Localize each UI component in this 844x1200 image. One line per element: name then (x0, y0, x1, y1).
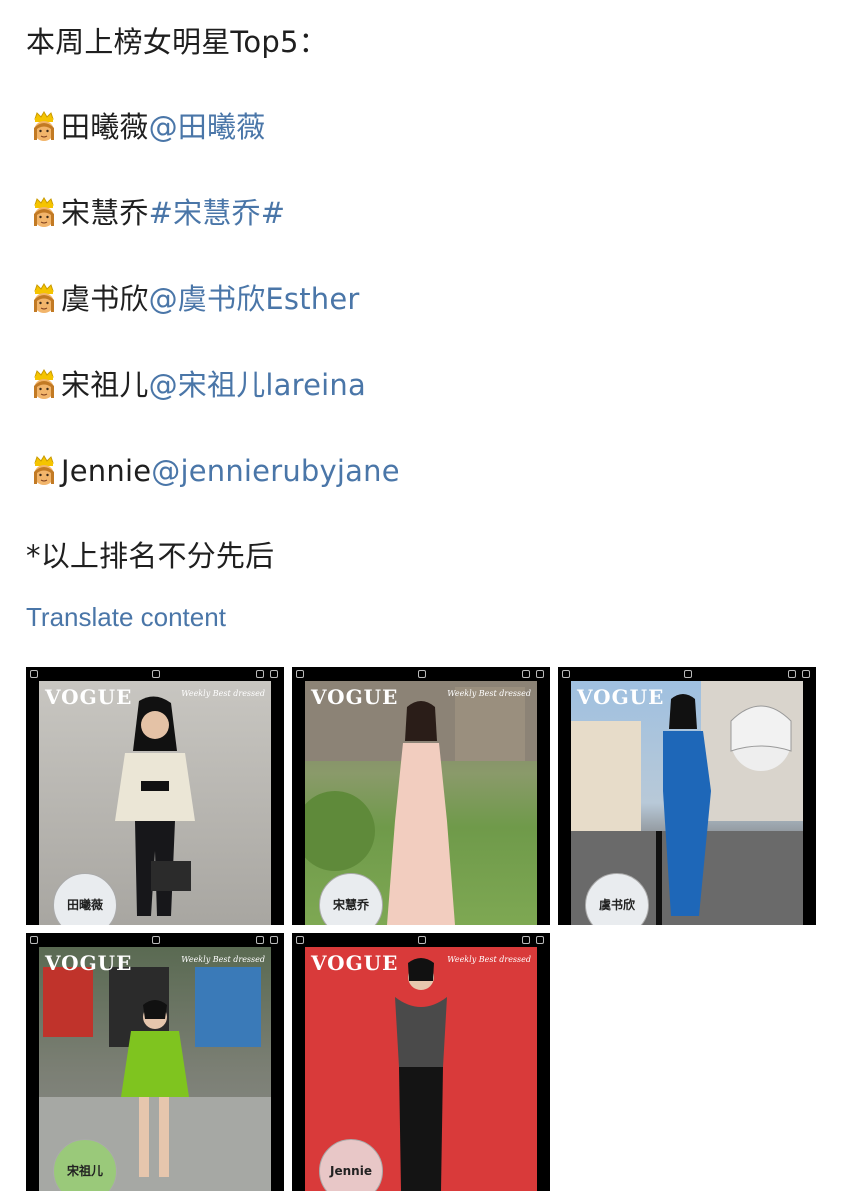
logo-icon (684, 670, 692, 678)
tile-toolbar (292, 667, 550, 681)
vogue-logo: VOGUE (311, 951, 399, 975)
entry-4-name: 宋祖儿 (61, 368, 149, 402)
vogue-logo: VOGUE (45, 685, 133, 709)
entry-5-mention-link[interactable]: @jennierubyjane (151, 454, 399, 488)
lock-icon (788, 670, 796, 678)
photo: VOGUE Weekly Best dressed 宋祖儿 (39, 947, 271, 1191)
vogue-logo: VOGUE (45, 951, 133, 975)
logo-icon (152, 670, 160, 678)
weekly-best-dressed-label: Weekly Best dressed (447, 689, 531, 698)
vogue-logo: VOGUE (577, 685, 665, 709)
princess-emoji-icon (34, 197, 54, 227)
share-icon (30, 670, 38, 678)
princess-emoji-icon (34, 111, 54, 141)
entry-3-name: 虞书欣 (61, 282, 149, 316)
entry-2-name: 宋慧乔 (61, 196, 149, 230)
tile-toolbar (26, 667, 284, 681)
entry-5-name: Jennie (61, 454, 152, 488)
tile-toolbar (26, 933, 284, 947)
image-tile-3[interactable]: VOGUE 虞书欣 (558, 667, 816, 925)
logo-icon (418, 670, 426, 678)
share-icon (296, 670, 304, 678)
ranking-note: *以上排名不分先后 (26, 539, 275, 573)
image-tile-5[interactable]: VOGUE Weekly Best dressed Jennie (292, 933, 550, 1191)
translate-content-link[interactable]: Translate content (26, 599, 226, 635)
tile-toolbar (292, 933, 550, 947)
weekly-best-dressed-label: Weekly Best dressed (181, 955, 265, 964)
lock-icon (522, 670, 530, 678)
menu-icon (536, 936, 544, 944)
share-icon (296, 936, 304, 944)
entry-1: 田曦薇@田曦薇 (26, 107, 265, 147)
entry-1-name: 田曦薇 (61, 110, 149, 144)
menu-icon (536, 670, 544, 678)
image-tile-1[interactable]: VOGUE Weekly Best dressed 田曦薇 (26, 667, 284, 925)
logo-icon (418, 936, 426, 944)
entry-4: 宋祖儿@宋祖儿lareina (26, 365, 366, 405)
photo: VOGUE 虞书欣 (571, 681, 803, 925)
menu-icon (802, 670, 810, 678)
menu-icon (270, 936, 278, 944)
princess-emoji-icon (34, 283, 54, 313)
photo: VOGUE Weekly Best dressed Jennie (305, 947, 537, 1191)
lock-icon (522, 936, 530, 944)
weekly-best-dressed-label: Weekly Best dressed (181, 689, 265, 698)
vogue-logo: VOGUE (311, 685, 399, 709)
image-tile-4[interactable]: VOGUE Weekly Best dressed 宋祖儿 (26, 933, 284, 1191)
share-icon (30, 936, 38, 944)
photo: VOGUE Weekly Best dressed 宋慧乔 (305, 681, 537, 925)
entry-2-hashtag-link[interactable]: #宋慧乔# (149, 196, 286, 230)
lock-icon (256, 936, 264, 944)
princess-emoji-icon (34, 369, 54, 399)
entry-3-mention-link[interactable]: @虞书欣Esther (149, 282, 360, 316)
entry-4-mention-link[interactable]: @宋祖儿lareina (149, 368, 366, 402)
princess-emoji-icon (34, 455, 54, 485)
entry-1-mention-link[interactable]: @田曦薇 (149, 110, 266, 144)
entry-3: 虞书欣@虞书欣Esther (26, 279, 360, 319)
weekly-best-dressed-label: Weekly Best dressed (447, 955, 531, 964)
logo-icon (152, 936, 160, 944)
menu-icon (270, 670, 278, 678)
entry-5: Jennie@jennierubyjane (26, 451, 400, 491)
image-tile-2[interactable]: VOGUE Weekly Best dressed 宋慧乔 (292, 667, 550, 925)
tile-toolbar (558, 667, 816, 681)
photo: VOGUE Weekly Best dressed 田曦薇 (39, 681, 271, 925)
lock-icon (256, 670, 264, 678)
entry-2: 宋慧乔#宋慧乔# (26, 193, 285, 233)
post-heading: 本周上榜女明星Top5： (26, 25, 328, 59)
share-icon (562, 670, 570, 678)
